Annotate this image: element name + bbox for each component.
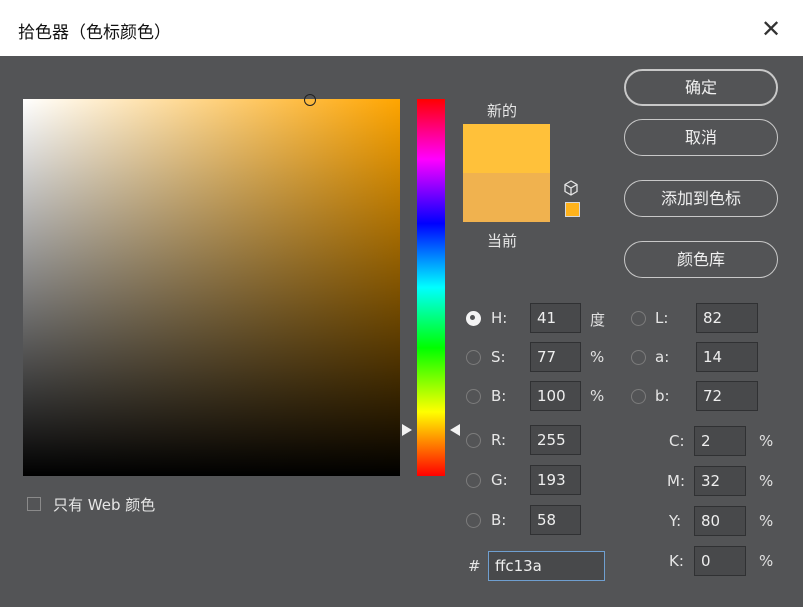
web-only-label: 只有 Web 颜色 [53, 496, 156, 514]
brightness-radio[interactable] [466, 389, 481, 404]
black-unit: % [759, 552, 774, 570]
dialog-title: 拾色器（色标颜色） [18, 23, 171, 43]
magenta-label: M: [667, 472, 685, 490]
saturation-label: S: [491, 348, 506, 366]
saturation-unit: % [590, 348, 605, 366]
color-libraries-button[interactable]: 颜色库 [624, 241, 778, 278]
black-field[interactable]: 0 [694, 546, 746, 576]
saturation-field[interactable]: 77 [530, 342, 581, 372]
lab-a-field[interactable]: 14 [696, 342, 758, 372]
cancel-button[interactable]: 取消 [624, 119, 778, 156]
color-picker-dialog: 拾色器（色标颜色） ✕ 新的 当前 确定 取消 添加到色标 颜色库 H: 41 … [0, 0, 803, 607]
lab-l-label: L: [655, 309, 669, 327]
yellow-label: Y: [669, 512, 682, 530]
hue-unit: 度 [590, 311, 606, 329]
blue-label: B: [491, 511, 507, 529]
add-to-swatches-button[interactable]: 添加到色标 [624, 180, 778, 217]
red-field[interactable]: 255 [530, 425, 581, 455]
magenta-field[interactable]: 32 [694, 466, 746, 496]
lab-a-radio[interactable] [631, 350, 646, 365]
hex-field[interactable]: ffc13a [488, 551, 605, 581]
lab-a-label: a: [655, 348, 670, 366]
cyan-field[interactable]: 2 [694, 426, 746, 456]
new-color-swatch [463, 124, 550, 173]
color-field-marker[interactable] [304, 94, 316, 106]
lab-b-radio[interactable] [631, 389, 646, 404]
hue-label: H: [491, 309, 508, 327]
blue-radio[interactable] [466, 513, 481, 528]
brightness-unit: % [590, 387, 605, 405]
lab-l-field[interactable]: 82 [696, 303, 758, 333]
saturation-radio[interactable] [466, 350, 481, 365]
color-field[interactable] [23, 99, 400, 476]
lab-l-radio[interactable] [631, 311, 646, 326]
hue-radio[interactable] [466, 311, 481, 326]
magenta-unit: % [759, 472, 774, 490]
hex-label: # [468, 557, 481, 575]
current-color-label: 当前 [487, 232, 518, 250]
black-label: K: [669, 552, 684, 570]
hue-field[interactable]: 41 [530, 303, 581, 333]
hue-slider-handle-left[interactable] [402, 424, 412, 436]
title-bar: 拾色器（色标颜色） ✕ [0, 0, 803, 57]
brightness-field[interactable]: 100 [530, 381, 581, 411]
cyan-unit: % [759, 432, 774, 450]
lab-b-field[interactable]: 72 [696, 381, 758, 411]
green-radio[interactable] [466, 473, 481, 488]
brightness-label: B: [491, 387, 507, 405]
cube-icon[interactable] [563, 180, 579, 196]
blue-field[interactable]: 58 [530, 505, 581, 535]
close-button[interactable]: ✕ [758, 16, 784, 42]
yellow-unit: % [759, 512, 774, 530]
green-label: G: [491, 471, 508, 489]
current-color-swatch[interactable] [463, 173, 550, 222]
yellow-field[interactable]: 80 [694, 506, 746, 536]
red-radio[interactable] [466, 433, 481, 448]
web-safe-swatch[interactable] [565, 202, 580, 217]
new-color-label: 新的 [487, 102, 518, 120]
red-label: R: [491, 431, 507, 449]
hue-slider-handle-right[interactable] [450, 424, 460, 436]
web-only-checkbox[interactable] [27, 497, 41, 511]
cyan-label: C: [669, 432, 685, 450]
hue-slider[interactable] [417, 99, 445, 476]
lab-b-label: b: [655, 387, 670, 405]
green-field[interactable]: 193 [530, 465, 581, 495]
ok-button[interactable]: 确定 [624, 69, 778, 106]
